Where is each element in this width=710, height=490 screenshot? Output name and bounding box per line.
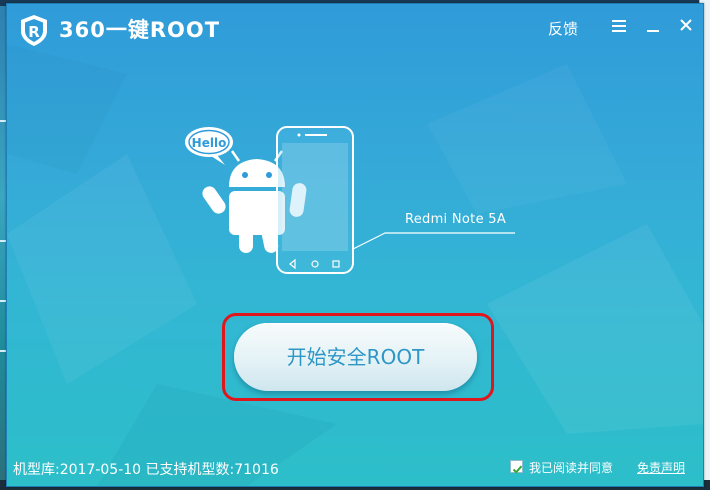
disclaimer-link[interactable]: 免责声明 xyxy=(637,459,685,476)
phone-outline-icon xyxy=(276,126,354,274)
menu-icon[interactable] xyxy=(611,18,627,34)
agree-label: 我已阅读并同意 xyxy=(529,461,614,475)
bubble-text: Hello xyxy=(192,136,227,150)
feedback-link[interactable]: 反馈 xyxy=(548,18,578,39)
title-bar: R 360一键ROOT 反馈 xyxy=(7,4,703,54)
callout-line xyxy=(352,232,515,250)
hello-bubble: Hello xyxy=(185,127,233,165)
app-window: R 360一键ROOT 反馈 Hello Redmi Note 5A 开始安全R… xyxy=(6,3,704,487)
app-title: 360一键ROOT xyxy=(59,18,221,42)
device-db-info: 机型库:2017-05-10 已支持机型数:71016 xyxy=(13,462,279,478)
device-name: Redmi Note 5A xyxy=(405,212,507,227)
checkmark-icon xyxy=(512,465,523,474)
agree-checkbox[interactable] xyxy=(510,460,523,474)
start-root-button[interactable]: 开始安全ROOT xyxy=(234,323,477,391)
shield-logo-icon: R xyxy=(21,15,47,46)
device-illustration: Hello xyxy=(185,126,515,274)
svg-text:R: R xyxy=(28,23,40,41)
close-icon[interactable] xyxy=(678,17,694,33)
minimize-icon[interactable] xyxy=(645,18,661,34)
